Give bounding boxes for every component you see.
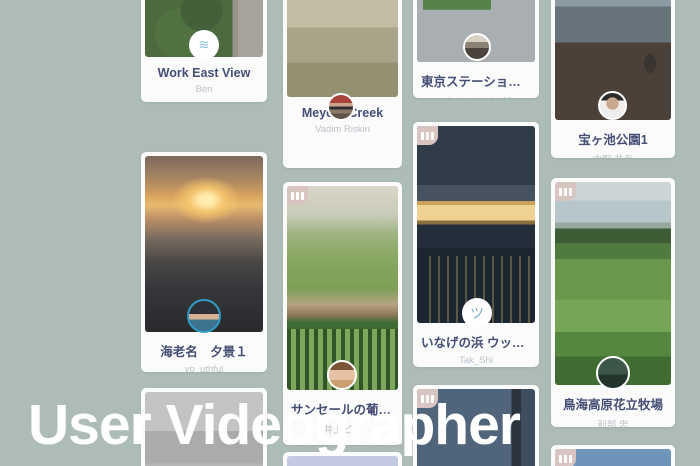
video-title: 鳥海高原花立牧場	[555, 394, 671, 413]
video-title: 東京ステーションホテル…	[417, 71, 535, 90]
film-strip-icon	[417, 126, 438, 145]
video-card[interactable]: 海老名 夕景１ yo_uthful	[141, 152, 267, 372]
waves-logo-icon: ≋	[199, 37, 210, 53]
video-author: いたの くまんぼう	[417, 94, 535, 98]
avatar[interactable]	[327, 93, 355, 121]
line-art-face-icon: ツ	[470, 303, 484, 323]
overlay-heading: User Videographer	[28, 392, 520, 458]
video-author: 利部 忠	[555, 417, 671, 427]
film-strip-icon	[555, 182, 576, 201]
video-card[interactable]	[551, 445, 675, 466]
avatar[interactable]	[187, 299, 221, 333]
video-author: yo_uthful	[145, 364, 263, 372]
video-card[interactable]: 鳥海高原花立牧場 利部 忠	[551, 178, 675, 427]
avatar[interactable]	[327, 360, 357, 390]
video-title: 宝ヶ池公園1	[555, 129, 671, 148]
video-thumbnail[interactable]	[555, 449, 671, 466]
avatar[interactable]	[463, 33, 491, 61]
film-strip-icon	[555, 449, 576, 466]
video-card[interactable]: ツ いなげの浜 ウッドデッキ Tak_Shi	[413, 122, 539, 367]
video-thumbnail[interactable]	[555, 182, 671, 385]
video-thumbnail[interactable]	[287, 0, 398, 97]
video-author: Ben	[145, 84, 263, 95]
video-title: 海老名 夕景１	[145, 341, 263, 360]
gallery-page: ≋ Work East View Ben 海老名 夕景１ yo_uthful M…	[0, 0, 700, 466]
avatar[interactable]: ツ	[462, 298, 492, 328]
video-thumbnail[interactable]	[417, 126, 535, 323]
video-card[interactable]: ≋ Work East View Ben	[141, 0, 267, 102]
video-card[interactable]: Meyers Creek Vadim Riskin	[283, 0, 402, 168]
video-author: 中野 恭兵	[555, 152, 671, 158]
video-title: Work East View	[145, 66, 263, 80]
video-card[interactable]: 宝ヶ池公園1 中野 恭兵	[551, 0, 675, 158]
video-card[interactable]: 東京ステーションホテル… いたの くまんぼう	[413, 0, 539, 98]
avatar[interactable]	[598, 91, 627, 120]
video-author: Vadim Riskin	[287, 124, 398, 135]
video-author: Tak_Shi	[417, 355, 535, 366]
video-title: いなげの浜 ウッドデッキ	[417, 332, 535, 351]
avatar[interactable]	[596, 356, 630, 390]
avatar[interactable]: ≋	[189, 30, 219, 60]
film-strip-icon	[287, 186, 308, 205]
